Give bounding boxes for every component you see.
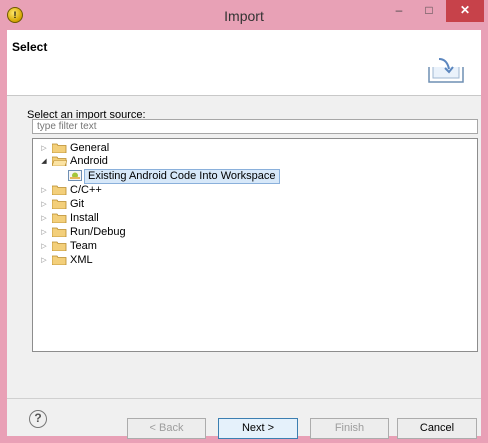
expand-icon[interactable]: ▷: [39, 226, 49, 239]
tree-item-label: XML: [70, 254, 93, 266]
expand-icon[interactable]: ▷: [39, 240, 49, 253]
import-wizard-icon: [428, 58, 464, 83]
help-button[interactable]: ?: [29, 410, 47, 428]
close-button[interactable]: ✕: [446, 0, 484, 22]
dialog-body: Select Select an import source: ▷ Genera…: [7, 30, 481, 439]
title-bar[interactable]: ! Import – □ ✕: [0, 0, 488, 30]
tree-item-label: General: [70, 142, 110, 154]
expand-icon[interactable]: ▷: [39, 142, 49, 155]
folder-icon: [52, 241, 67, 251]
filter-input[interactable]: [32, 119, 478, 134]
expand-icon[interactable]: ▷: [39, 254, 49, 267]
tree-item-label: Android: [70, 155, 108, 167]
page-title: Select: [12, 40, 48, 54]
import-dialog: ! Import – □ ✕ Select Select an import s…: [0, 0, 488, 443]
tree-item-label: Run/Debug: [70, 226, 126, 238]
folder-icon: [52, 227, 67, 237]
tree-item-label: Git: [70, 198, 85, 210]
back-button[interactable]: < Back: [127, 418, 206, 439]
button-bar-divider: [7, 398, 481, 399]
collapse-icon[interactable]: ◢: [39, 155, 49, 168]
tree-item-label: C/C++: [70, 184, 102, 196]
folder-icon: [52, 213, 67, 223]
import-source-tree[interactable]: ▷ General ◢ Android Existing Android Cod…: [32, 138, 478, 352]
tree-item-label: Install: [70, 212, 99, 224]
folder-icon: [52, 199, 67, 209]
android-project-icon: [68, 170, 82, 181]
expand-icon[interactable]: ▷: [39, 212, 49, 225]
folder-icon: [52, 255, 67, 265]
expand-icon[interactable]: ▷: [39, 184, 49, 197]
expand-icon[interactable]: ▷: [39, 198, 49, 211]
open-folder-icon: [52, 156, 67, 166]
maximize-button[interactable]: □: [414, 0, 444, 22]
next-button[interactable]: Next >: [218, 418, 298, 439]
tree-item-label: Team: [70, 240, 97, 252]
wizard-header: Select: [7, 30, 481, 96]
tree-item-label: Existing Android Code Into Workspace: [84, 169, 280, 184]
finish-button[interactable]: Finish: [310, 418, 389, 439]
folder-icon: [52, 143, 67, 153]
folder-icon: [52, 185, 67, 195]
cancel-button[interactable]: Cancel: [397, 418, 477, 439]
minimize-button[interactable]: –: [384, 0, 414, 22]
